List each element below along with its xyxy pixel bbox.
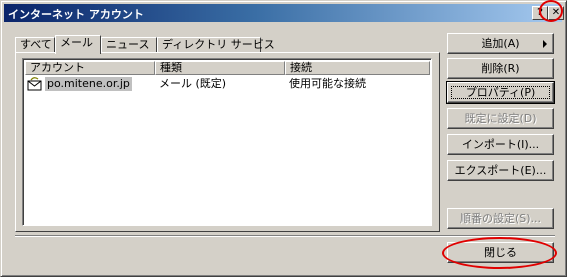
- account-name: po.mitene.or.jp: [45, 77, 132, 91]
- red-annotation-circle-close-button: [442, 237, 557, 269]
- column-header-type[interactable]: 種類: [155, 61, 285, 75]
- add-button[interactable]: 追加(A): [447, 33, 554, 54]
- import-button[interactable]: インポート(I)...: [447, 134, 554, 155]
- mail-account-icon: [27, 77, 42, 91]
- right-arrow-icon: [543, 40, 547, 48]
- separator-line: [15, 235, 555, 237]
- tab-directory-service[interactable]: ディレクトリ サービス: [157, 37, 275, 52]
- red-annotation-circle-close: [539, 0, 563, 22]
- tab-mail[interactable]: メール: [55, 35, 101, 54]
- account-type: メール (既定): [159, 77, 227, 90]
- set-order-button[interactable]: 順番の設定(S)...: [447, 208, 554, 229]
- properties-button[interactable]: プロパティ(P): [446, 81, 555, 104]
- list-item[interactable]: po.mitene.or.jp メール (既定) 使用可能な接続: [25, 76, 429, 92]
- column-header-account[interactable]: アカウント: [25, 61, 155, 75]
- title-bar[interactable]: インターネット アカウント ? ✕: [4, 4, 564, 22]
- tab-all[interactable]: すべて: [15, 37, 55, 52]
- delete-button[interactable]: 削除(R): [447, 58, 554, 79]
- focus-rectangle: [451, 86, 550, 99]
- export-button[interactable]: エクスポート(E)...: [447, 160, 554, 181]
- add-button-label: 追加(A): [481, 37, 520, 50]
- column-header-connection[interactable]: 接続: [285, 61, 430, 75]
- tab-news[interactable]: ニュース: [101, 37, 157, 52]
- window-title: インターネット アカウント: [8, 8, 144, 21]
- set-default-button[interactable]: 既定に設定(D): [447, 108, 554, 129]
- account-list[interactable]: アカウント 種類 接続 po.mitene.or.jp メール (既定) 使用可…: [22, 58, 432, 226]
- account-connection: 使用可能な接続: [289, 77, 366, 90]
